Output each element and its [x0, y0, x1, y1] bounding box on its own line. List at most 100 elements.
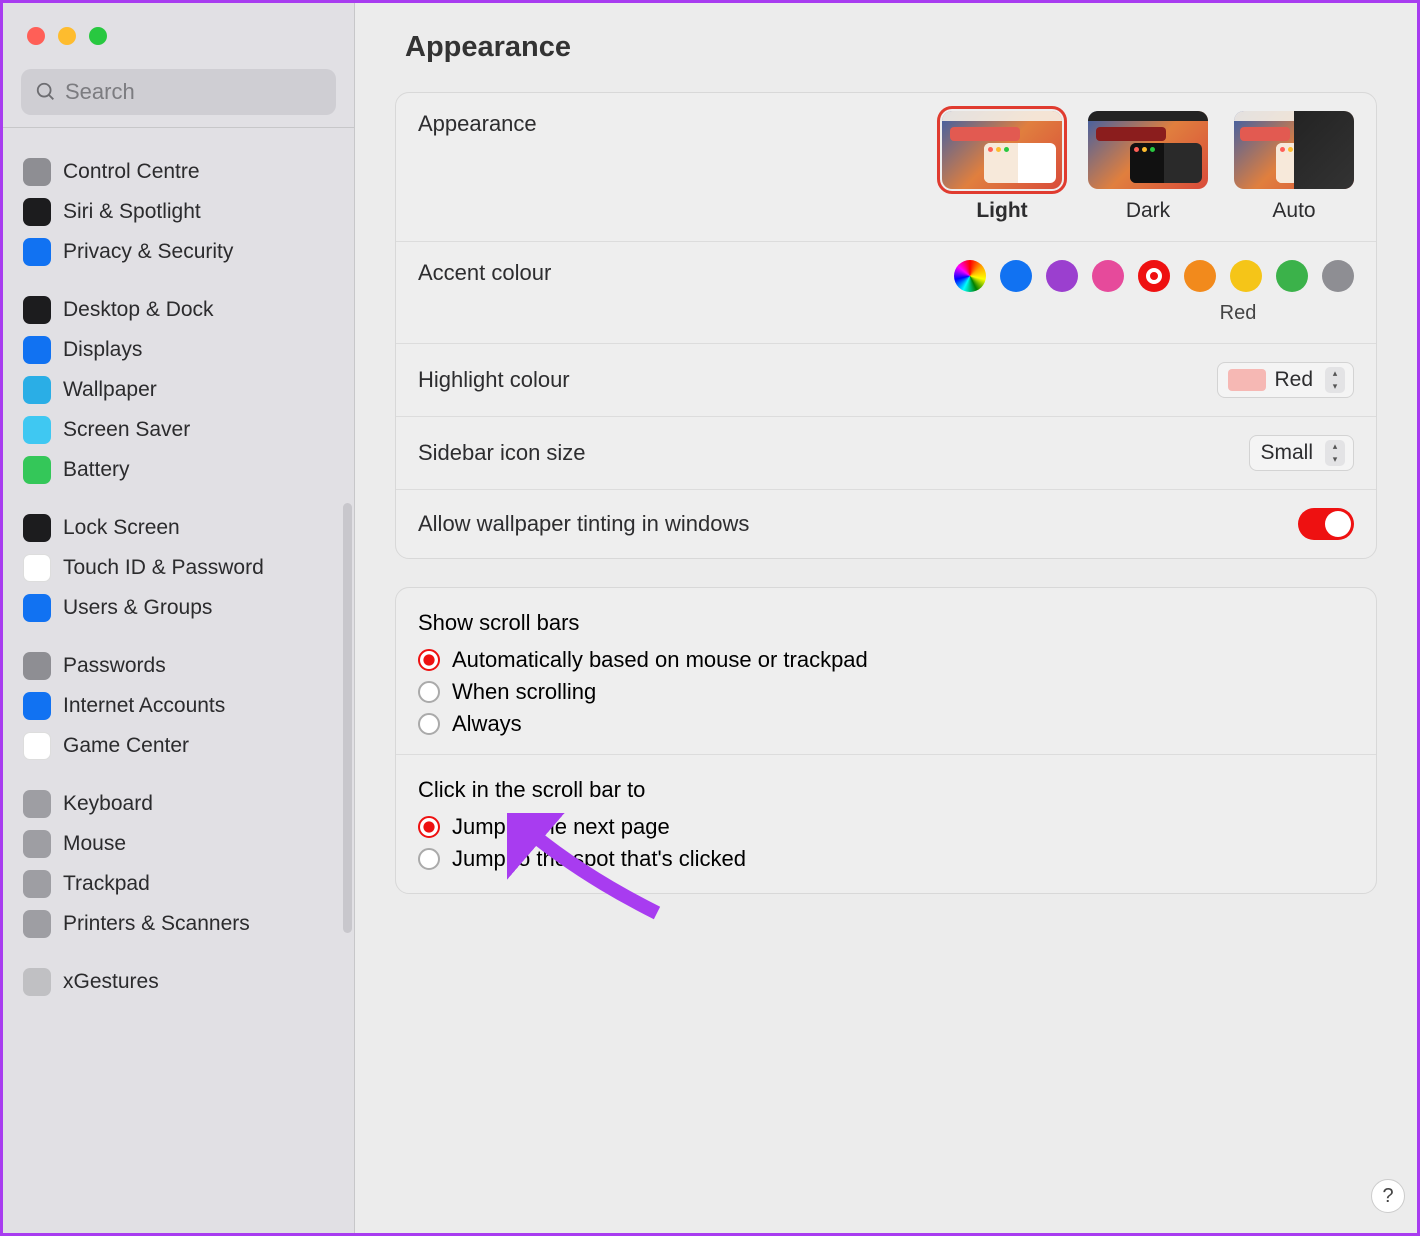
accent-swatch-6[interactable]: [1230, 260, 1262, 292]
minimize-window-button[interactable]: [58, 27, 76, 45]
sidebar-item-siri-spotlight[interactable]: Siri & Spotlight: [11, 192, 346, 232]
sidebar-item-label: Passwords: [63, 654, 166, 678]
sidebar-icon-size-label: Sidebar icon size: [418, 440, 586, 466]
wallpaper-tinting-label: Allow wallpaper tinting in windows: [418, 511, 749, 537]
sidebar-item-label: xGestures: [63, 970, 159, 994]
radio-icon: [418, 681, 440, 703]
accent-colour-swatches: [954, 260, 1354, 292]
sidebar-item-icon: [23, 692, 51, 720]
fullscreen-window-button[interactable]: [89, 27, 107, 45]
radio-label: Jump to the spot that's clicked: [452, 846, 746, 872]
highlight-colour-select[interactable]: Red ▴▾: [1217, 362, 1354, 398]
theme-thumbnail: [1234, 111, 1354, 189]
radio-icon: [418, 816, 440, 838]
help-button[interactable]: ?: [1371, 1179, 1405, 1213]
main-content: Appearance Appearance Light Dark Auto Acce…: [355, 3, 1417, 1233]
sidebar-item-label: Game Center: [63, 734, 189, 758]
sidebar-item-passwords[interactable]: Passwords: [11, 646, 346, 686]
accent-swatch-3[interactable]: [1092, 260, 1124, 292]
sidebar-item-privacy-security[interactable]: Privacy & Security: [11, 232, 346, 272]
sidebar-item-label: Battery: [63, 458, 130, 482]
highlight-colour-value: Red: [1274, 368, 1313, 392]
click-scroll-bar-option-0[interactable]: Jump to the next page: [396, 811, 1376, 843]
sidebar-item-trackpad[interactable]: Trackpad: [11, 864, 346, 904]
accent-colour-label: Accent colour: [418, 260, 551, 286]
radio-label: Jump to the next page: [452, 814, 670, 840]
sidebar-item-printers-scanners[interactable]: Printers & Scanners: [11, 904, 346, 944]
sidebar-icon-size-select[interactable]: Small ▴▾: [1249, 435, 1354, 471]
show-scroll-bars-option-1[interactable]: When scrolling: [396, 676, 1376, 708]
sidebar-item-icon: [23, 830, 51, 858]
accent-swatch-4[interactable]: [1138, 260, 1170, 292]
appearance-label: Appearance: [418, 111, 537, 137]
radio-label: Automatically based on mouse or trackpad: [452, 647, 868, 673]
appearance-theme-auto[interactable]: Auto: [1234, 111, 1354, 223]
sidebar-divider: [3, 127, 354, 128]
sidebar-item-displays[interactable]: Displays: [11, 330, 346, 370]
radio-label: Always: [452, 711, 522, 737]
sidebar-item-icon: [23, 652, 51, 680]
appearance-theme-dark[interactable]: Dark: [1088, 111, 1208, 223]
close-window-button[interactable]: [27, 27, 45, 45]
sidebar-item-icon: [23, 514, 51, 542]
sidebar-item-label: Users & Groups: [63, 596, 212, 620]
sidebar-item-mouse[interactable]: Mouse: [11, 824, 346, 864]
highlight-colour-preview: [1228, 369, 1266, 391]
sidebar-item-icon: [23, 336, 51, 364]
wallpaper-tinting-toggle[interactable]: [1298, 508, 1354, 540]
sidebar-scrollbar[interactable]: [343, 503, 352, 933]
sidebar-item-label: Privacy & Security: [63, 240, 233, 264]
sidebar-item-icon: [23, 790, 51, 818]
sidebar-item-label: Printers & Scanners: [63, 912, 250, 936]
sidebar-item-keyboard[interactable]: Keyboard: [11, 784, 346, 824]
radio-icon: [418, 848, 440, 870]
sidebar-item-icon: [23, 198, 51, 226]
click-scroll-bar-option-1[interactable]: Jump to the spot that's clicked: [396, 843, 1376, 875]
radio-icon: [418, 649, 440, 671]
sidebar-item-users-groups[interactable]: Users & Groups: [11, 588, 346, 628]
search-input[interactable]: Search: [21, 69, 336, 115]
accent-swatch-1[interactable]: [1000, 260, 1032, 292]
accent-swatch-2[interactable]: [1046, 260, 1078, 292]
sidebar-item-label: Touch ID & Password: [63, 556, 264, 580]
theme-caption: Dark: [1126, 199, 1170, 223]
sidebar-item-icon: [23, 594, 51, 622]
sidebar-item-icon: [23, 732, 51, 760]
accent-colour-selected-name: Red: [1220, 302, 1257, 325]
radio-icon: [418, 713, 440, 735]
sidebar-nav: Control CentreSiri & Spotlight Privacy & …: [3, 134, 354, 1233]
sidebar-item-wallpaper[interactable]: Wallpaper: [11, 370, 346, 410]
appearance-panel: Appearance Light Dark Auto Accent colour R…: [395, 92, 1377, 559]
show-scroll-bars-title: Show scroll bars: [396, 592, 1376, 644]
sidebar-item-icon: [23, 968, 51, 996]
sidebar-item-control-centre[interactable]: Control Centre: [11, 152, 346, 192]
appearance-theme-light[interactable]: Light: [942, 111, 1062, 223]
sidebar-item-label: Lock Screen: [63, 516, 180, 540]
sidebar-item-label: Wallpaper: [63, 378, 157, 402]
sidebar-item-icon: [23, 870, 51, 898]
sidebar-item-battery[interactable]: Battery: [11, 450, 346, 490]
sidebar-item-icon: [23, 416, 51, 444]
sidebar-item-lock-screen[interactable]: Lock Screen: [11, 508, 346, 548]
help-icon: ?: [1382, 1185, 1393, 1208]
accent-swatch-0[interactable]: [954, 260, 986, 292]
accent-swatch-5[interactable]: [1184, 260, 1216, 292]
show-scroll-bars-option-0[interactable]: Automatically based on mouse or trackpad: [396, 644, 1376, 676]
sidebar-item-desktop-dock[interactable]: Desktop & Dock: [11, 290, 346, 330]
sidebar-item-game-center[interactable]: Game Center: [11, 726, 346, 766]
search-icon: [35, 81, 57, 103]
page-title: Appearance: [395, 3, 1377, 92]
window-controls: [3, 3, 354, 45]
accent-swatch-7[interactable]: [1276, 260, 1308, 292]
sidebar-item-screen-saver[interactable]: Screen Saver: [11, 410, 346, 450]
sidebar-item-icon: [23, 158, 51, 186]
sidebar-item-xgestures[interactable]: xGestures: [11, 962, 346, 1002]
sidebar-icon-size-value: Small: [1260, 441, 1313, 465]
sidebar: Search Control CentreSiri & Spotlight Pri…: [3, 3, 355, 1233]
show-scroll-bars-option-2[interactable]: Always: [396, 708, 1376, 740]
sidebar-item-touch-id-password[interactable]: Touch ID & Password: [11, 548, 346, 588]
accent-swatch-8[interactable]: [1322, 260, 1354, 292]
sidebar-item-icon: [23, 296, 51, 324]
theme-caption: Auto: [1272, 199, 1315, 223]
sidebar-item-internet-accounts[interactable]: Internet Accounts: [11, 686, 346, 726]
